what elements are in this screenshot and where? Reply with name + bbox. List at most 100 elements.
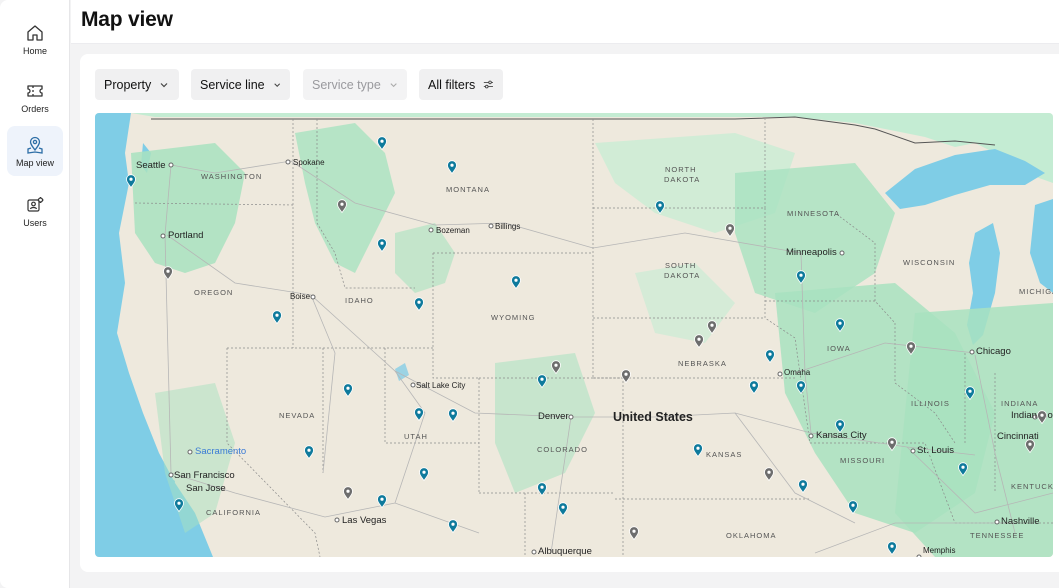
city-label-spokane: Spokane bbox=[293, 158, 325, 167]
city-label-omaha: Omaha bbox=[784, 368, 811, 377]
city-label-bozeman: Bozeman bbox=[436, 226, 470, 235]
location-pin-icon[interactable] bbox=[414, 407, 425, 422]
nav-item-map-view[interactable]: Map view bbox=[7, 126, 63, 176]
city-label-portland: Portland bbox=[168, 230, 204, 241]
map-panel: Property Service line Service type All f… bbox=[80, 54, 1059, 572]
users-gear-icon bbox=[27, 196, 44, 212]
location-pin-icon[interactable] bbox=[798, 479, 809, 494]
state-label-idaho: IDAHO bbox=[345, 296, 374, 305]
location-pin-inactive-icon[interactable] bbox=[1037, 410, 1048, 425]
service-line-filter[interactable]: Service line bbox=[191, 69, 290, 100]
location-pin-icon[interactable] bbox=[377, 494, 388, 509]
state-label-missouri: MISSOURI bbox=[840, 456, 886, 465]
header: Map view bbox=[71, 0, 1059, 44]
city-dot bbox=[969, 349, 975, 355]
state-label-wyoming: WYOMING bbox=[491, 313, 536, 322]
city-label-salt-lake-city: Salt Lake City bbox=[416, 381, 466, 390]
location-pin-inactive-icon[interactable] bbox=[163, 266, 174, 281]
location-pin-icon[interactable] bbox=[693, 443, 704, 458]
state-label-utah: UTAH bbox=[404, 432, 428, 441]
location-pin-inactive-icon[interactable] bbox=[1025, 439, 1036, 454]
city-dot bbox=[808, 433, 814, 439]
all-filters-label: All filters bbox=[428, 77, 476, 92]
property-filter[interactable]: Property bbox=[95, 69, 179, 100]
location-pin-icon[interactable] bbox=[537, 482, 548, 497]
location-pin-inactive-icon[interactable] bbox=[906, 341, 917, 356]
location-pin-icon[interactable] bbox=[414, 297, 425, 312]
city-dot bbox=[168, 472, 174, 478]
location-pin-inactive-icon[interactable] bbox=[887, 437, 898, 452]
sliders-icon bbox=[484, 80, 494, 89]
state-label-north-dakota-1: NORTH bbox=[665, 165, 697, 174]
state-label-washington: WASHINGTON bbox=[201, 172, 263, 181]
location-pin-inactive-icon[interactable] bbox=[707, 320, 718, 335]
city-label-san-francisco: San Francisco bbox=[174, 470, 235, 481]
nav-item-home[interactable]: Home bbox=[7, 14, 63, 64]
city-label-san-jose: San Jose bbox=[186, 483, 226, 494]
location-pin-inactive-icon[interactable] bbox=[343, 486, 354, 501]
location-pin-icon[interactable] bbox=[511, 275, 522, 290]
chevron-down-icon bbox=[390, 82, 397, 87]
map-canvas[interactable]: Seattle Spokane Portland Boise Bozeman B… bbox=[95, 113, 1053, 557]
state-label-oklahoma: OKLAHOMA bbox=[726, 531, 777, 540]
location-pin-inactive-icon[interactable] bbox=[764, 467, 775, 482]
location-pin-icon[interactable] bbox=[965, 386, 976, 401]
location-pin-icon[interactable] bbox=[174, 498, 185, 513]
location-pin-icon[interactable] bbox=[958, 462, 969, 477]
location-pin-icon[interactable] bbox=[447, 160, 458, 175]
state-label-california: CALIFORNIA bbox=[206, 508, 262, 517]
city-label-albuquerque: Albuquerque bbox=[538, 546, 592, 557]
state-label-north-dakota-2: DAKOTA bbox=[664, 175, 701, 184]
location-pin-icon[interactable] bbox=[835, 419, 846, 434]
location-pin-inactive-icon[interactable] bbox=[621, 369, 632, 384]
city-label-memphis: Memphis bbox=[923, 546, 956, 555]
city-dot bbox=[910, 448, 916, 454]
location-pin-icon[interactable] bbox=[765, 349, 776, 364]
state-label-kansas: KANSAS bbox=[706, 450, 743, 459]
location-pin-inactive-icon[interactable] bbox=[551, 360, 562, 375]
city-label-sacramento: Sacramento bbox=[195, 446, 247, 457]
location-pin-inactive-icon[interactable] bbox=[629, 526, 640, 541]
all-filters-button[interactable]: All filters bbox=[419, 69, 503, 100]
sidebar: Home Orders Map view Users bbox=[0, 0, 70, 588]
location-pin-icon[interactable] bbox=[558, 502, 569, 517]
city-dot bbox=[531, 549, 537, 555]
location-pin-icon[interactable] bbox=[796, 380, 807, 395]
state-label-michigan: MICHIGA bbox=[1019, 287, 1053, 296]
city-dot bbox=[916, 554, 922, 557]
location-pin-icon[interactable] bbox=[537, 374, 548, 389]
location-pin-inactive-icon[interactable] bbox=[337, 199, 348, 214]
location-pin-inactive-icon[interactable] bbox=[725, 223, 736, 238]
map-pin-icon bbox=[27, 136, 43, 154]
location-pin-icon[interactable] bbox=[272, 310, 283, 325]
city-dot bbox=[994, 519, 1000, 525]
location-pin-icon[interactable] bbox=[848, 500, 859, 515]
location-pin-icon[interactable] bbox=[835, 318, 846, 333]
location-pin-icon[interactable] bbox=[887, 541, 898, 556]
location-pin-icon[interactable] bbox=[377, 238, 388, 253]
location-pin-icon[interactable] bbox=[419, 467, 430, 482]
state-label-wisconsin: WISCONSIN bbox=[903, 258, 956, 267]
state-label-south-dakota-1: SOUTH bbox=[665, 261, 697, 270]
location-pin-icon[interactable] bbox=[126, 174, 137, 189]
location-pin-icon[interactable] bbox=[749, 380, 760, 395]
nav-item-users[interactable]: Users bbox=[7, 186, 63, 236]
location-pin-icon[interactable] bbox=[304, 445, 315, 460]
state-label-kentucky: KENTUCKY bbox=[1011, 482, 1053, 491]
chevron-down-icon bbox=[273, 82, 280, 87]
service-type-filter[interactable]: Service type bbox=[303, 69, 407, 100]
location-pin-icon[interactable] bbox=[343, 383, 354, 398]
city-dot bbox=[334, 517, 340, 523]
location-pin-icon[interactable] bbox=[448, 408, 459, 423]
nav-item-orders[interactable]: Orders bbox=[7, 72, 63, 122]
location-pin-icon[interactable] bbox=[377, 136, 388, 151]
city-label-denver: Denver bbox=[538, 411, 569, 422]
location-pin-icon[interactable] bbox=[448, 519, 459, 534]
nav-label-home: Home bbox=[22, 45, 47, 56]
state-label-nevada: NEVADA bbox=[279, 411, 316, 420]
location-pin-icon[interactable] bbox=[796, 270, 807, 285]
nav-label-orders: Orders bbox=[21, 103, 49, 114]
location-pin-inactive-icon[interactable] bbox=[694, 334, 705, 349]
location-pin-icon[interactable] bbox=[655, 200, 666, 215]
city-label-minneapolis: Minneapolis bbox=[786, 247, 837, 258]
